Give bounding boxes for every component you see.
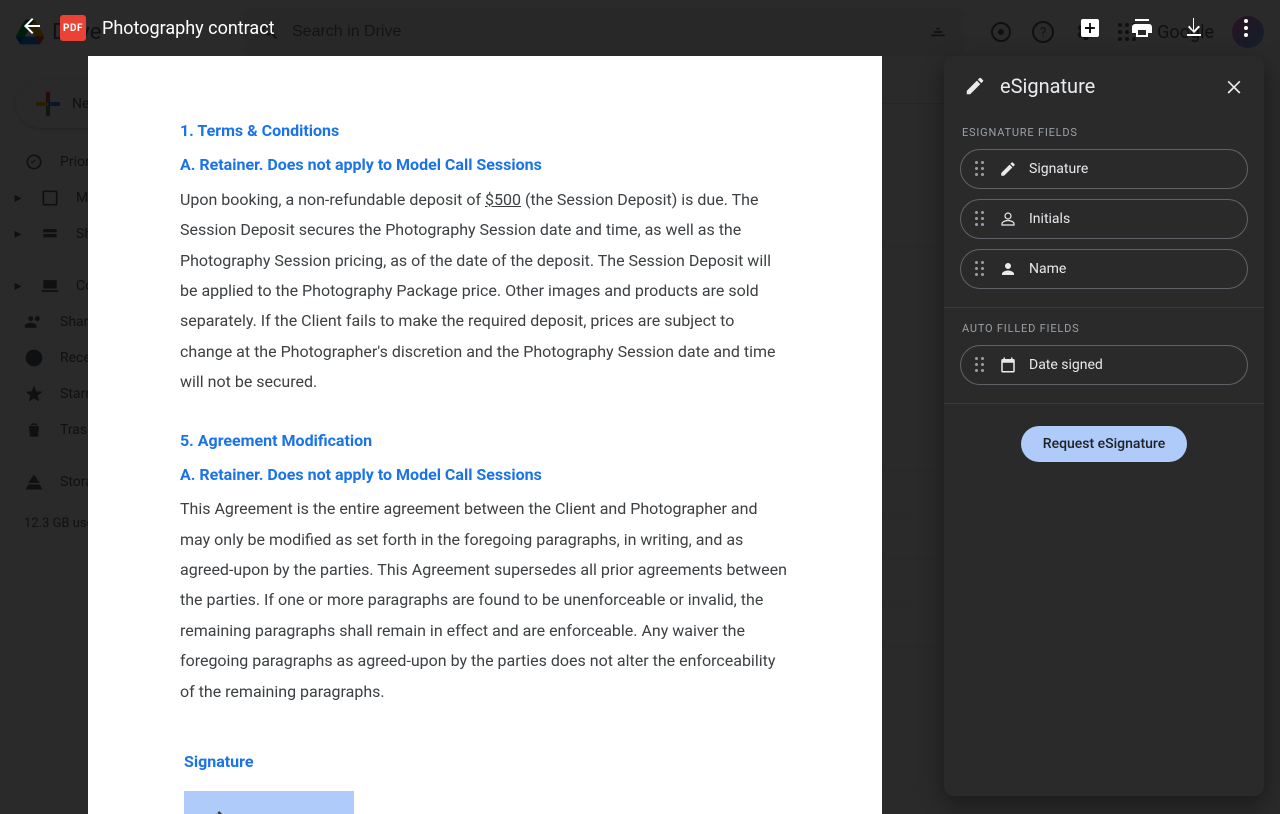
back-button[interactable] [20,14,44,42]
pen-icon [206,809,224,814]
add-to-drive-button[interactable] [1076,14,1104,42]
field-label: Initials [1029,211,1070,227]
field-date-signed[interactable]: Date signed [960,345,1248,385]
close-icon [1224,76,1244,96]
section-5-sub: A. Retainer. Does not apply to Model Cal… [180,460,790,490]
signature-label: Signature [184,747,790,777]
drag-handle-icon [975,261,987,277]
signature-field-placeholder[interactable] [184,791,354,814]
section-1-sub: A. Retainer. Does not apply to Model Cal… [180,150,790,180]
field-signature[interactable]: Signature [960,149,1248,189]
document-page: 1. Terms & Conditions A. Retainer. Does … [88,56,882,814]
esignature-header: eSignature [944,56,1264,116]
more-actions-button[interactable] [1232,14,1260,42]
drag-handle-icon [975,357,987,373]
section-5-body: This Agreement is the entire agreement b… [180,494,790,707]
pdf-badge: PDF [60,15,86,41]
field-label: Date signed [1029,357,1103,373]
person-icon [999,260,1017,278]
body-text: Upon booking, a non-refundable deposit o… [180,190,485,209]
field-name[interactable]: Name [960,249,1248,289]
section-5-title: 5. Agreement Modification [180,426,790,456]
section-1-title: 1. Terms & Conditions [180,116,790,146]
deposit-amount: $500 [485,190,521,209]
drag-handle-icon [975,211,987,227]
field-label: Name [1029,261,1066,277]
body-text: (the Session Deposit) is due. The Sessio… [180,190,776,391]
calendar-icon [999,356,1017,374]
viewer-topbar: PDF Photography contract [0,0,1280,56]
divider [944,307,1264,308]
esignature-panel: eSignature ESIGNATURE FIELDS Signature I… [944,56,1264,796]
esig-fields-label: ESIGNATURE FIELDS [944,116,1264,149]
arrow-back-icon [20,14,44,38]
download-button[interactable] [1180,14,1208,42]
print-button[interactable] [1128,14,1156,42]
field-initials[interactable]: Initials [960,199,1248,239]
close-button[interactable] [1222,74,1246,98]
section-1-body: Upon booking, a non-refundable deposit o… [180,185,790,398]
field-label: Signature [1029,161,1088,177]
pen-icon [999,160,1017,178]
pen-icon [964,75,986,97]
request-esignature-button[interactable]: Request eSignature [1021,426,1187,462]
esignature-title: eSignature [1000,74,1208,98]
drag-handle-icon [975,161,987,177]
document-title: Photography contract [102,18,275,39]
person-outline-icon [999,210,1017,228]
divider [944,403,1264,404]
esig-auto-label: AUTO FILLED FIELDS [944,312,1264,345]
